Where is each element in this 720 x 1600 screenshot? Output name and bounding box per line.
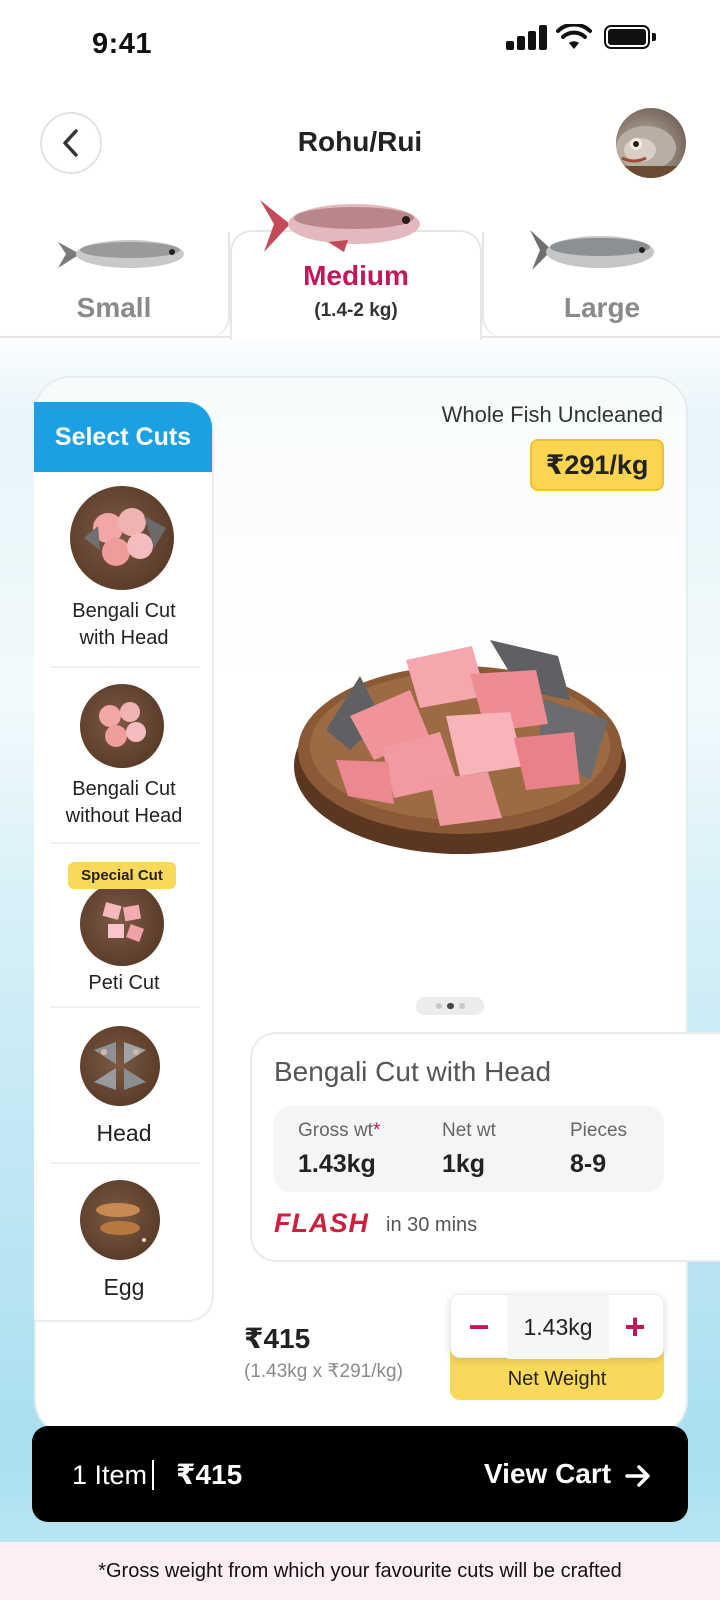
divider: [50, 1006, 200, 1008]
page-title: Rohu/Rui: [297, 126, 423, 157]
net-weight-value: 1kg: [442, 1150, 486, 1178]
cut-thumbnail: [80, 1180, 160, 1260]
net-weight: Net wt 1kg: [442, 1120, 496, 1179]
cart-total: ₹415: [176, 1459, 243, 1490]
rate-chip: ₹291/kg: [530, 439, 664, 491]
fish-thumbnail[interactable]: [616, 108, 686, 178]
select-cuts-header: Select Cuts: [34, 402, 212, 472]
cut-thumbnail: [70, 486, 174, 590]
net-weight-label: Net wt: [442, 1120, 496, 1141]
cut-item-bengali-with-head[interactable]: Bengali Cut with Head: [40, 486, 208, 656]
medium-fish-image: [260, 200, 420, 252]
pieces-value: 8-9: [570, 1150, 607, 1178]
carousel-indicator[interactable]: [416, 997, 484, 1015]
pieces: Pieces 8-9: [570, 1120, 627, 1179]
quantity-stepper: − 1.43kg +: [450, 1294, 664, 1359]
cut-item-bengali-without-head[interactable]: Bengali Cut without Head: [40, 684, 208, 834]
product-screen: 9:41 Rohu/Rui Small Medium (1.4-2 kg) La…: [0, 0, 720, 1600]
size-label-small: Small: [76, 292, 152, 323]
cut-details-title: Bengali Cut with Head: [274, 1056, 552, 1087]
size-label-medium: Medium: [303, 260, 409, 291]
gross-weight-asterisk: *: [372, 1120, 381, 1141]
divider: [50, 666, 200, 668]
gross-weight-value: 1.43kg: [298, 1150, 376, 1178]
divider: [50, 1162, 200, 1164]
carousel-dot: [458, 1003, 465, 1009]
battery-icon: [604, 25, 656, 49]
cut-item-egg[interactable]: Egg: [40, 1180, 208, 1310]
divider: [50, 842, 200, 844]
cut-name: Bengali Cut: [72, 778, 176, 800]
cut-thumbnail: [80, 1026, 160, 1106]
price-breakdown: (1.43kg x ₹291/kg): [244, 1361, 403, 1382]
gross-weight: Gross wt* 1.43kg: [298, 1120, 380, 1179]
product-image[interactable]: [290, 620, 630, 860]
large-fish-image: [530, 230, 654, 270]
minus-icon[interactable]: −: [451, 1295, 507, 1359]
size-label-large: Large: [563, 292, 641, 323]
gross-weight-footnote: *Gross weight from which your favourite …: [98, 1560, 622, 1582]
status-time: 9:41: [92, 28, 153, 60]
small-fish-image: [58, 240, 184, 268]
status-bar: 9:41: [0, 0, 720, 90]
special-cut-badge: Special Cut: [68, 862, 176, 889]
variant-title: Whole Fish Uncleaned: [441, 402, 663, 427]
delivery-time: in 30 mins: [386, 1214, 478, 1236]
cut-name: Head: [96, 1120, 152, 1146]
cut-name: Bengali Cut: [72, 600, 176, 622]
divider: [152, 1460, 154, 1490]
plus-icon[interactable]: +: [607, 1295, 663, 1359]
signal-icon: [506, 24, 548, 50]
size-range-medium: (1.4-2 kg): [314, 300, 398, 321]
cut-name: Egg: [103, 1274, 145, 1300]
flash-logo: FLASH: [274, 1208, 369, 1238]
cut-name-line2: without Head: [65, 805, 183, 827]
carousel-dot-active: [446, 1003, 454, 1009]
pieces-label: Pieces: [570, 1120, 628, 1141]
size-tab-small[interactable]: Small: [0, 232, 230, 338]
cut-item-head[interactable]: Head: [40, 1026, 208, 1156]
cut-thumbnail: [80, 882, 164, 966]
total-price: ₹415: [244, 1323, 311, 1354]
view-cart-button[interactable]: View Cart: [484, 1458, 611, 1490]
gross-weight-label: Gross wt: [298, 1120, 373, 1141]
fish-head-image: [616, 126, 686, 178]
quantity-value: 1.43kg: [507, 1295, 609, 1359]
carousel-dot: [435, 1003, 442, 1009]
cut-name: Peti Cut: [88, 972, 160, 994]
cut-thumbnail: [80, 684, 164, 768]
size-tab-large[interactable]: Large: [482, 230, 720, 338]
cut-name-line2: with Head: [79, 627, 169, 649]
cart-item-count: 1 Item: [72, 1460, 148, 1490]
arrow-right-icon[interactable]: [624, 1462, 652, 1490]
wifi-icon: [556, 24, 592, 49]
